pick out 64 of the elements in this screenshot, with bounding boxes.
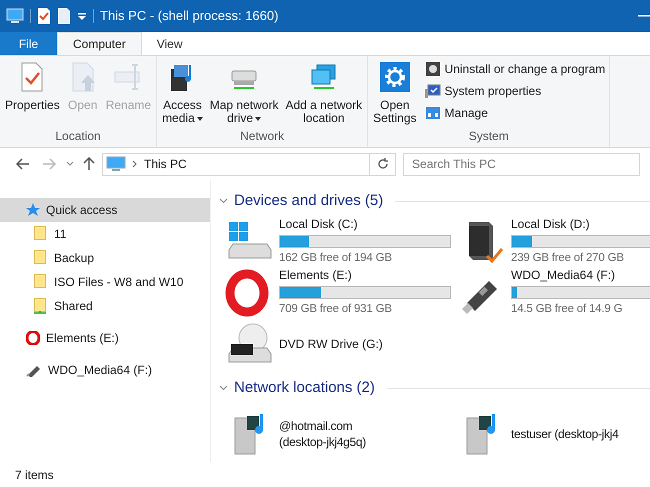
ribbon-button[interactable]: Add a network location (282, 59, 366, 127)
drive-name[interactable]: Elements (E:) (279, 266, 451, 284)
section-header[interactable]: Devices and drives (5) (234, 190, 384, 212)
drive-name[interactable]: Local Disk (C:) (279, 215, 451, 234)
ribbon-tab[interactable]: View (142, 32, 198, 55)
address-path: This PC (144, 156, 187, 173)
status-text: 7 items (15, 466, 54, 484)
management-console-icon (424, 104, 441, 120)
computer-icon (106, 156, 126, 172)
file-menu-tab[interactable]: File (0, 32, 57, 55)
drive-name[interactable]: Local Disk (D:) (511, 215, 650, 234)
refresh-button[interactable] (370, 152, 396, 176)
group-label: System (468, 128, 510, 145)
nav-item[interactable]: Backup (0, 246, 210, 270)
group-label: Network (239, 128, 286, 145)
free-space-text: 709 GB free of 931 GB (279, 302, 392, 318)
folder-icon (34, 274, 46, 290)
ribbon-button[interactable]: System properties (422, 81, 608, 100)
ribbon-button[interactable]: Open Settings (370, 59, 420, 127)
minimize-icon[interactable] (638, 15, 650, 17)
ribbon-button[interactable]: Manage (422, 103, 608, 122)
recent-locations-icon[interactable] (66, 161, 74, 167)
usb-drive-icon (26, 363, 42, 377)
ribbon-button[interactable]: Properties (2, 59, 63, 114)
back-icon[interactable] (16, 158, 30, 170)
refresh-icon (376, 158, 389, 170)
drive-name[interactable]: DVD RW Drive (G:) (279, 334, 451, 352)
network-location-name[interactable]: testuser (desktop-jkj4 (511, 426, 618, 442)
window-title: This PC - (shell process: 1660) (100, 7, 278, 26)
checklist-icon[interactable] (37, 7, 51, 25)
ribbon-button[interactable]: Uninstall or change a program (422, 59, 608, 78)
folder-icon (34, 298, 46, 314)
nav-item[interactable]: 11 (0, 222, 210, 246)
nav-item[interactable]: WDO_Media64 (F:) (0, 358, 210, 382)
disc-box-icon (424, 60, 441, 76)
star-icon (26, 203, 40, 217)
group-label: Location (54, 128, 102, 145)
chevron-icon (132, 160, 138, 168)
ribbon-button[interactable]: Map network drive (206, 59, 282, 127)
dropdown-icon[interactable] (77, 11, 87, 21)
settings-icon (378, 61, 411, 93)
nav-item[interactable]: Quick access (0, 198, 210, 222)
document-icon[interactable] (57, 7, 71, 25)
nav-item[interactable]: Elements (E:) (0, 326, 210, 350)
opera-logo-icon (26, 331, 40, 345)
free-space-text: 162 GB free of 194 GB (279, 251, 392, 266)
address-field[interactable]: This PC (102, 152, 370, 176)
nav-item[interactable]: Shared (0, 294, 210, 318)
up-icon[interactable] (83, 157, 95, 171)
computer-icon[interactable] (6, 8, 24, 24)
folder-icon (34, 250, 46, 266)
free-space-text: 14.5 GB free of 14.9 G (511, 302, 622, 318)
monitor-check-icon (424, 82, 441, 98)
collapse-chevron-icon[interactable] (219, 385, 228, 391)
nav-item[interactable]: ISO Files - W8 and W10 (0, 270, 210, 294)
ribbon-button[interactable]: Access media (159, 59, 206, 127)
free-space-text: 239 GB free of 270 GB (511, 251, 624, 266)
search-field[interactable]: Search This PC (403, 152, 640, 176)
section-header[interactable]: Network locations (2) (234, 376, 375, 400)
collapse-chevron-icon[interactable] (219, 198, 228, 204)
drive-name[interactable]: WDO_Media64 (F:) (511, 266, 650, 284)
ribbon-tab[interactable]: Computer (57, 32, 142, 55)
folder-icon (34, 226, 46, 242)
network-location-name[interactable]: @hotmail.com (desktop-jkj4g5q) (279, 418, 366, 450)
